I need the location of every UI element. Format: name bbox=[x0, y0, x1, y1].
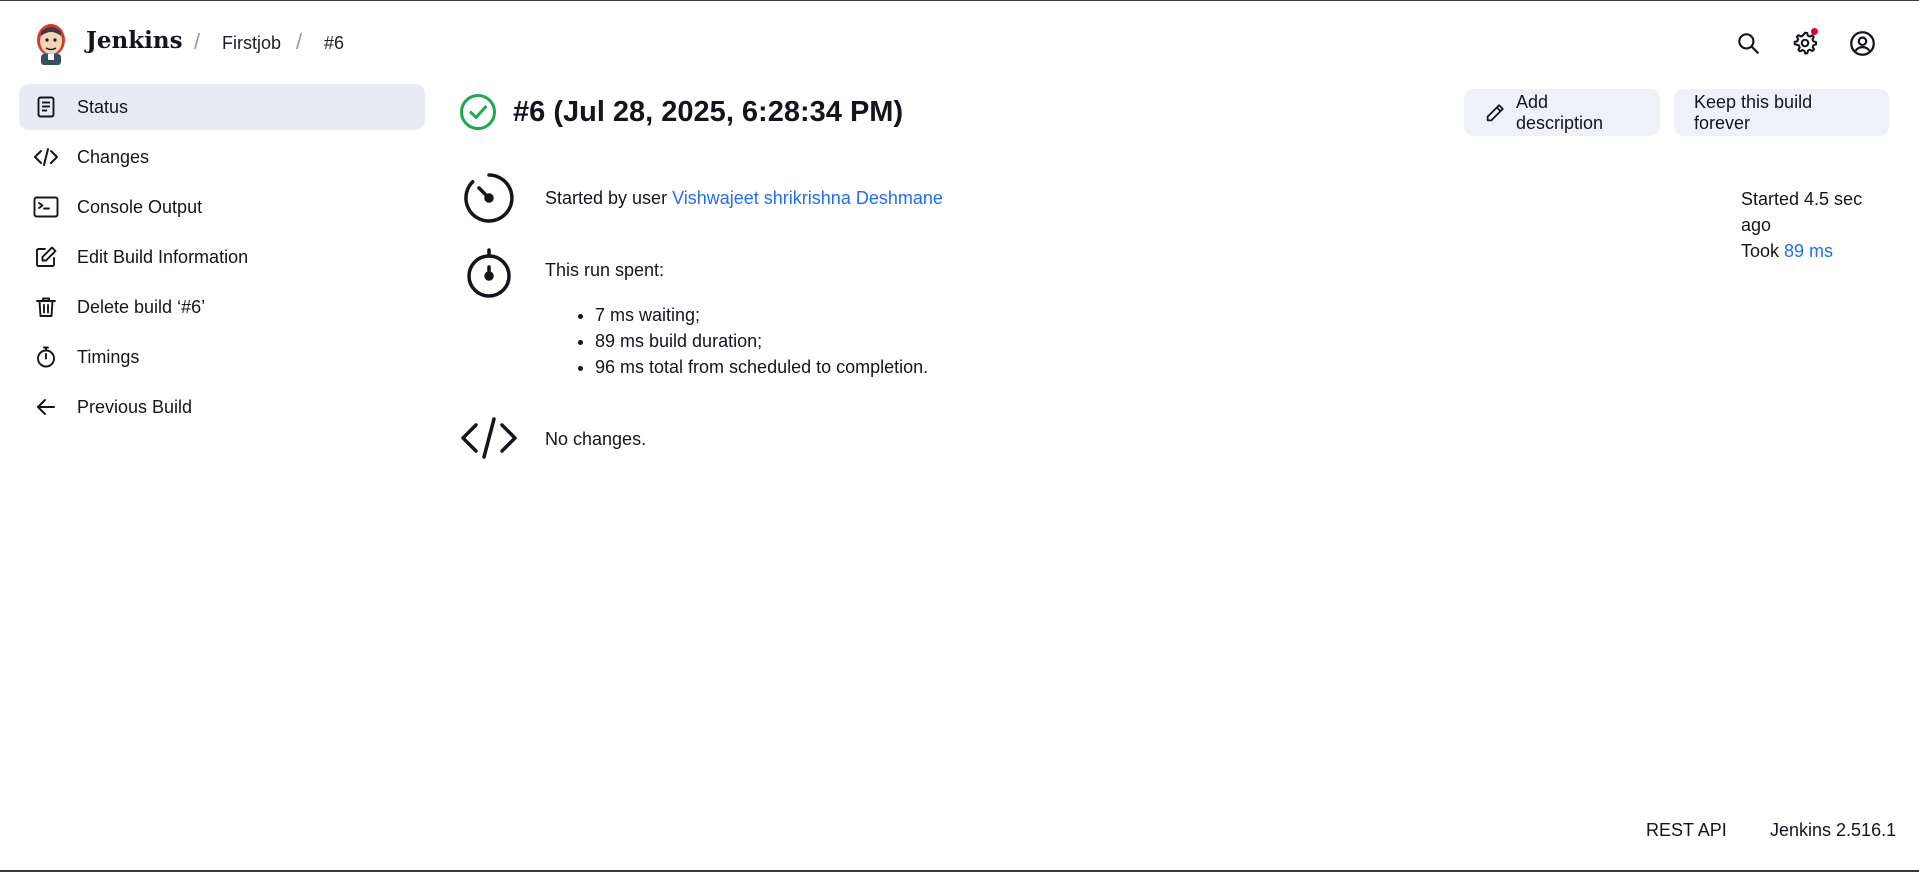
user-icon bbox=[1849, 30, 1875, 56]
add-description-label: Add description bbox=[1515, 91, 1604, 133]
run-spent-list: 7 ms waiting; 89 ms build duration; 96 m… bbox=[595, 302, 928, 380]
arrow-left-icon bbox=[33, 394, 59, 420]
sidebar-item-edit-build-information[interactable]: Edit Build Information bbox=[19, 234, 425, 280]
sidebar: Status Changes Console Output Edit Build… bbox=[19, 84, 425, 434]
sidebar-item-label: Status bbox=[77, 96, 129, 117]
no-changes-text: No changes. bbox=[545, 429, 647, 449]
breadcrumb-separator: / bbox=[296, 29, 303, 54]
keep-build-forever-button[interactable]: Keep this build forever bbox=[1674, 89, 1889, 136]
rest-api-link[interactable]: REST API bbox=[1646, 820, 1727, 841]
started-ago: Started 4.5 sec ago bbox=[1741, 189, 1863, 235]
edit-icon bbox=[33, 244, 59, 270]
sidebar-item-label: Console Output bbox=[77, 196, 203, 217]
sidebar-item-status[interactable]: Status bbox=[19, 84, 425, 130]
pencil-icon bbox=[1486, 103, 1504, 121]
sidebar-item-label: Delete build ‘#6’ bbox=[77, 296, 206, 317]
took-duration: Took 89 ms bbox=[1741, 238, 1889, 264]
trash-icon bbox=[33, 294, 59, 320]
page-header: Jenkins / Firstjob / #6 bbox=[0, 1, 1919, 83]
sidebar-item-label: Previous Build bbox=[77, 396, 193, 417]
add-description-button[interactable]: Add description bbox=[1464, 89, 1660, 136]
search-icon bbox=[1738, 33, 1759, 54]
changes-row: No changes. bbox=[459, 408, 1459, 468]
sidebar-item-delete-build[interactable]: Delete build ‘#6’ bbox=[19, 284, 425, 330]
page-title: #6 (Jul 28, 2025, 6:28:34 PM) bbox=[513, 95, 904, 128]
took-prefix: Took bbox=[1741, 241, 1785, 261]
jenkins-logo[interactable] bbox=[33, 20, 69, 66]
terminal-icon bbox=[33, 194, 59, 220]
stopwatch-icon bbox=[459, 242, 519, 302]
sidebar-item-previous-build[interactable]: Previous Build bbox=[19, 384, 425, 430]
keep-build-forever-label: Keep this build forever bbox=[1694, 91, 1813, 133]
user-menu-button[interactable] bbox=[1844, 25, 1880, 61]
sidebar-item-timings[interactable]: Timings bbox=[19, 334, 425, 380]
stopwatch-icon bbox=[33, 344, 59, 370]
code-icon bbox=[459, 408, 519, 468]
breadcrumb-build[interactable]: #6 bbox=[324, 33, 344, 54]
code-icon bbox=[33, 144, 59, 170]
started-by-prefix: Started by user bbox=[545, 188, 673, 208]
sidebar-item-changes[interactable]: Changes bbox=[19, 134, 425, 180]
settings-button[interactable] bbox=[1787, 25, 1823, 61]
sidebar-item-label: Edit Build Information bbox=[77, 246, 249, 267]
search-button[interactable] bbox=[1730, 25, 1766, 61]
build-title-row: #6 (Jul 28, 2025, 6:28:34 PM) bbox=[459, 92, 903, 132]
run-spent-label: This run spent: bbox=[545, 260, 665, 280]
success-check-icon bbox=[460, 94, 496, 130]
gauge-icon bbox=[459, 168, 519, 228]
sidebar-item-label: Changes bbox=[77, 146, 150, 167]
build-timing-summary: Started 4.5 sec ago Took 89 ms bbox=[1741, 186, 1889, 264]
list-item: 7 ms waiting; bbox=[595, 302, 928, 328]
list-item: 89 ms build duration; bbox=[595, 328, 928, 354]
started-by-text: Started by user Vishwajeet shrikrishna D… bbox=[545, 188, 943, 209]
sidebar-item-label: Timings bbox=[77, 346, 140, 367]
document-icon bbox=[33, 94, 59, 120]
took-duration-link[interactable]: 89 ms bbox=[1784, 241, 1833, 261]
sidebar-item-console-output[interactable]: Console Output bbox=[19, 184, 425, 230]
list-item: 96 ms total from scheduled to completion… bbox=[595, 354, 928, 380]
jenkins-version-button[interactable]: Jenkins 2.516.1 bbox=[1770, 820, 1896, 841]
started-by-user-link[interactable]: Vishwajeet shrikrishna Deshmane bbox=[672, 188, 943, 208]
notification-dot bbox=[1811, 28, 1818, 35]
breadcrumb-job[interactable]: Firstjob bbox=[222, 33, 281, 54]
started-by-row: Started by user Vishwajeet shrikrishna D… bbox=[459, 168, 1459, 238]
breadcrumb-separator: / bbox=[194, 29, 201, 54]
brand-name[interactable]: Jenkins bbox=[86, 27, 183, 54]
